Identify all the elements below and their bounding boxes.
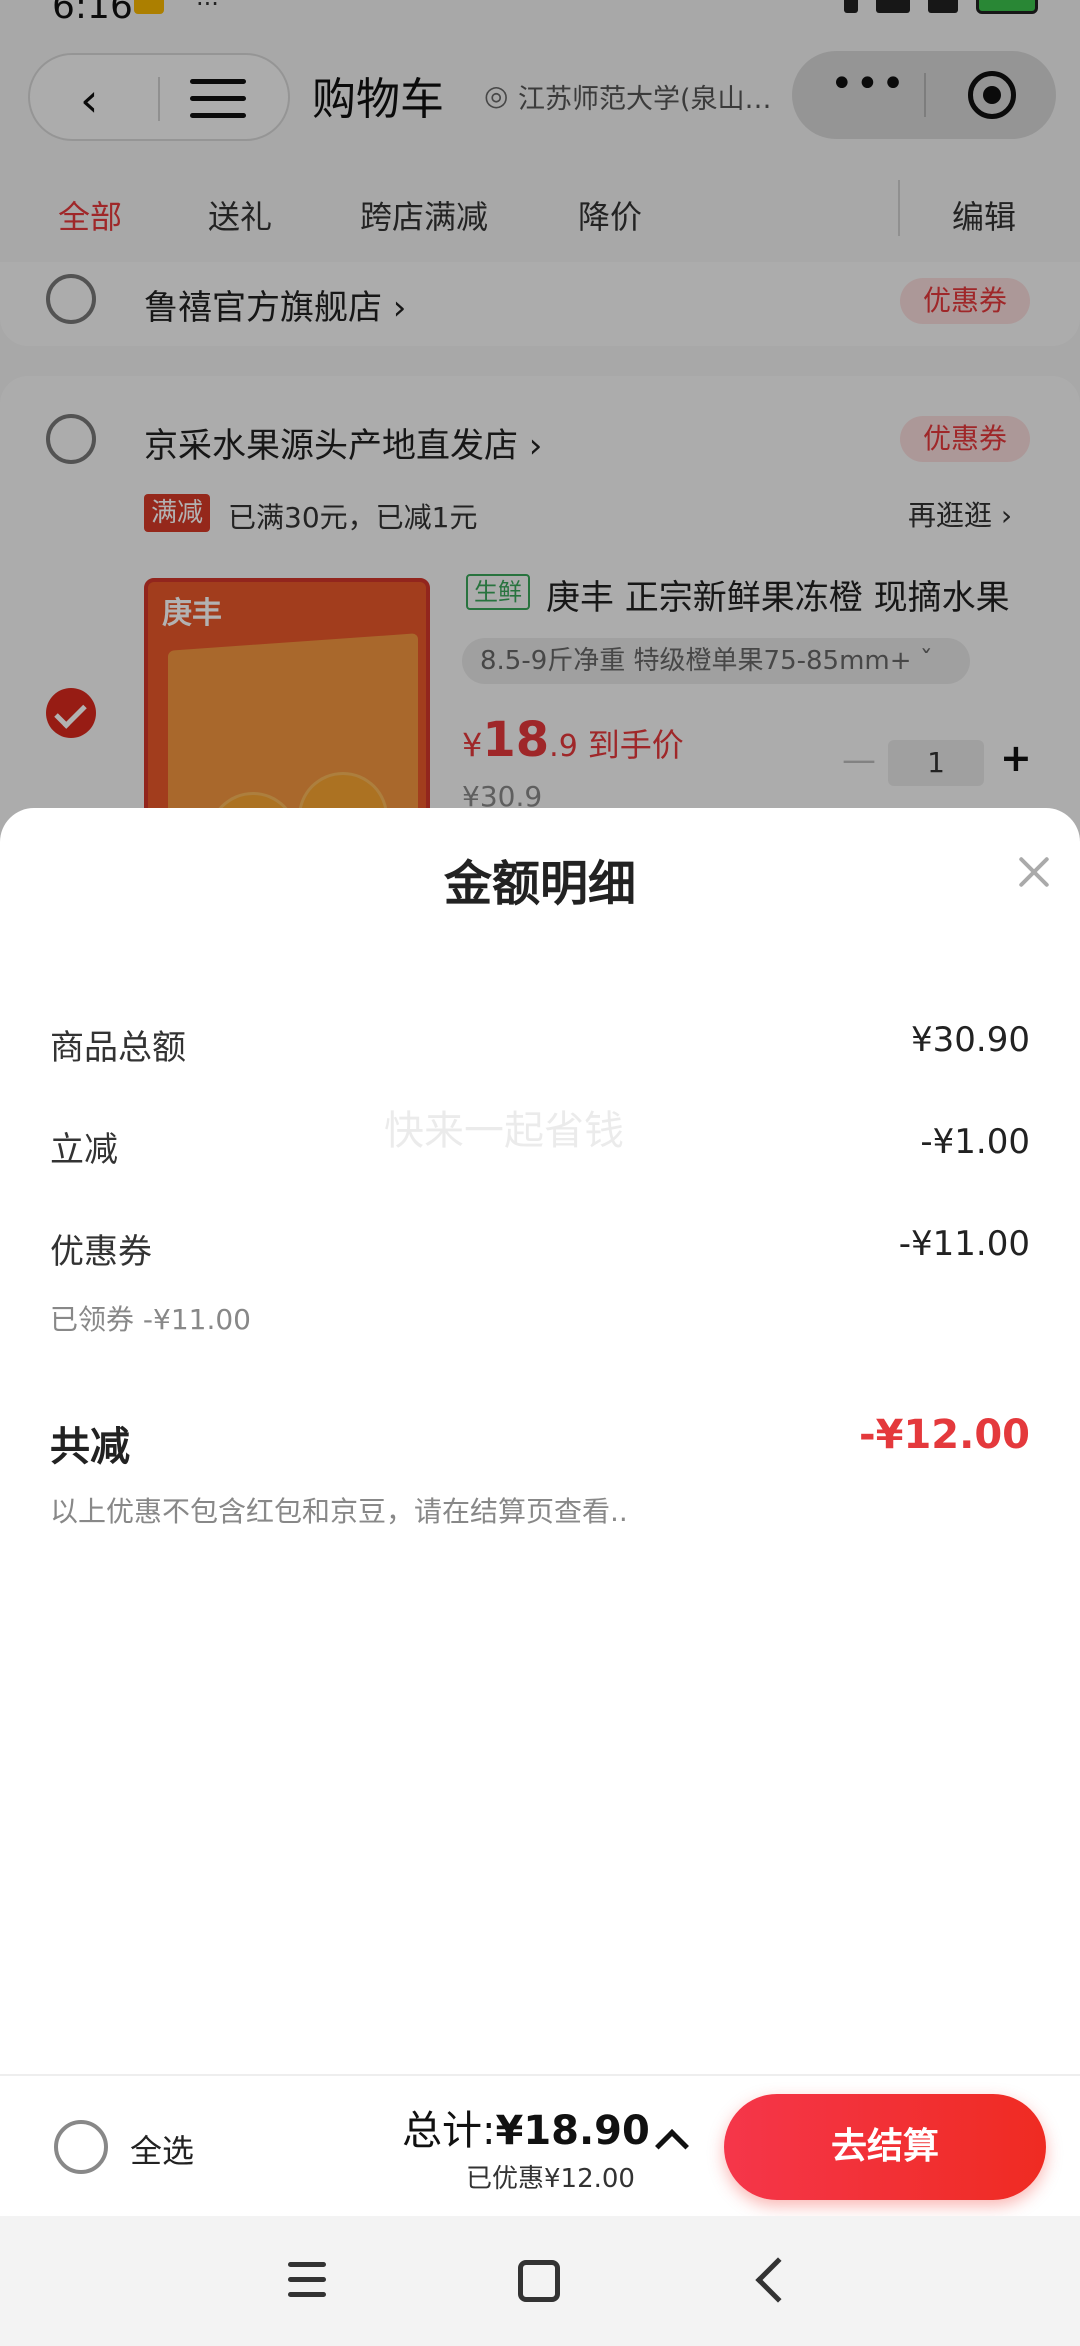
coupon-value: -¥11.00 bbox=[898, 1224, 1030, 1264]
instant-discount-value: -¥1.00 bbox=[920, 1122, 1030, 1162]
discount-note: 以上优惠不包含红包和京豆，请在结算页查看.. bbox=[50, 1495, 628, 1528]
system-navigation-bar bbox=[0, 2216, 1080, 2346]
checkout-bar: 全选 总计:¥18.90 已优惠¥12.00 去结算 bbox=[0, 2074, 1080, 2216]
close-icon[interactable] bbox=[1014, 852, 1054, 892]
total-discount-label: 共减 bbox=[50, 1424, 130, 1470]
saved-amount: 已优惠¥12.00 bbox=[466, 2164, 635, 2194]
total-amount: 总计:¥18.90 bbox=[402, 2098, 650, 2156]
goods-total-label: 商品总额 bbox=[50, 1028, 186, 1068]
total-prefix: 总计: bbox=[402, 2108, 496, 2154]
checkout-button[interactable]: 去结算 bbox=[724, 2094, 1046, 2200]
recent-apps-icon[interactable] bbox=[288, 2262, 326, 2298]
chevron-up-icon[interactable] bbox=[655, 2129, 689, 2163]
select-all-checkbox[interactable] bbox=[54, 2120, 108, 2174]
home-icon[interactable] bbox=[518, 2260, 560, 2302]
select-all-label[interactable]: 全选 bbox=[130, 2126, 194, 2172]
coupon-label: 优惠券 bbox=[50, 1232, 152, 1272]
total-value: ¥18.90 bbox=[495, 2108, 650, 2154]
instant-discount-label: 立减 bbox=[50, 1130, 118, 1170]
total-discount-value: -¥12.00 bbox=[859, 1412, 1030, 1458]
coupon-detail: 已领券 -¥11.00 bbox=[50, 1303, 251, 1336]
sheet-title: 金额明细 bbox=[443, 856, 636, 912]
amount-detail-sheet: 金额明细 商品总额 ¥30.90 快来一起省钱 立减 -¥1.00 优惠券 -¥… bbox=[0, 808, 1080, 2074]
watermark: 快来一起省钱 bbox=[384, 1108, 624, 1154]
goods-total-value: ¥30.90 bbox=[911, 1020, 1030, 1060]
system-back-icon[interactable] bbox=[755, 2257, 801, 2303]
